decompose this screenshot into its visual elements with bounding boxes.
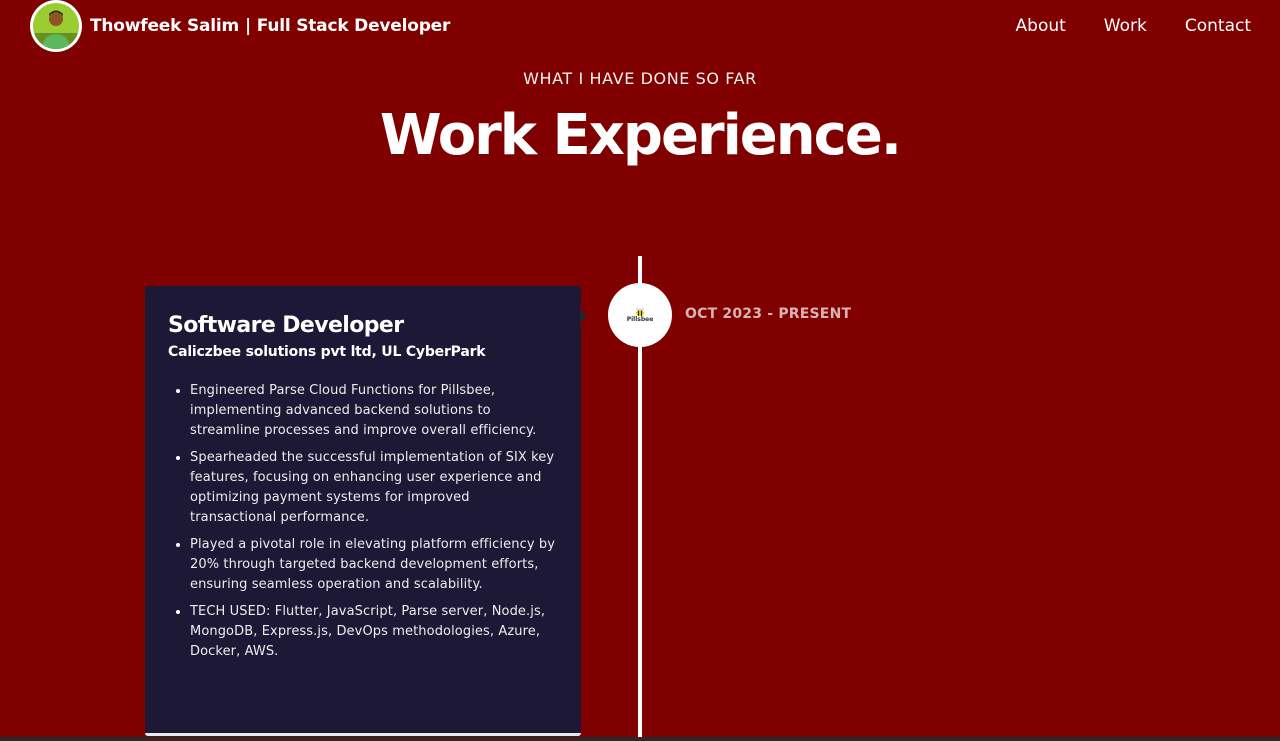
experience-card: Software Developer Caliczbee solutions p… bbox=[145, 286, 581, 736]
page: Thowfeek Salim | Full Stack Developer Abo… bbox=[0, 0, 1280, 741]
experience-point: Engineered Parse Cloud Functions for Pil… bbox=[190, 381, 558, 441]
brand-tagline: | Full Stack Developer bbox=[245, 16, 451, 36]
card-arrow bbox=[580, 309, 587, 323]
timeline-node: Pillsbee bbox=[608, 283, 672, 347]
experience-date: OCT 2023 - PRESENT bbox=[685, 306, 852, 322]
navbar: Thowfeek Salim | Full Stack Developer Abo… bbox=[0, 0, 1280, 52]
experience-company: Caliczbee solutions pvt ltd, UL CyberPar… bbox=[168, 344, 486, 360]
brand-link[interactable]: Thowfeek Salim | Full Stack Developer bbox=[30, 0, 450, 52]
nav-item-about: About bbox=[1016, 16, 1066, 36]
experience-point: Spearheaded the successful implementatio… bbox=[190, 448, 558, 528]
avatar bbox=[30, 0, 82, 52]
nav-link-about[interactable]: About bbox=[1016, 16, 1066, 36]
nav-item-contact: Contact bbox=[1185, 16, 1251, 36]
company-logo-text: Pillsbee bbox=[626, 315, 654, 323]
nav-link-work[interactable]: Work bbox=[1104, 16, 1147, 36]
section-title: Work Experience. bbox=[379, 103, 902, 168]
experience-points: Engineered Parse Cloud Functions for Pil… bbox=[168, 381, 558, 662]
bee-icon bbox=[635, 307, 644, 316]
nav-item-work: Work bbox=[1104, 16, 1147, 36]
experience-role: Software Developer bbox=[168, 313, 404, 338]
brand-name: Thowfeek Salim bbox=[90, 16, 240, 36]
brand-text: Thowfeek Salim | Full Stack Developer bbox=[90, 16, 450, 36]
company-logo: Pillsbee bbox=[626, 307, 654, 323]
section-subtitle: WHAT I HAVE DONE SO FAR bbox=[523, 69, 757, 88]
nav-links: About Work Contact bbox=[1016, 16, 1251, 36]
bottom-bar bbox=[0, 737, 1280, 741]
experience-point: Played a pivotal role in elevating platf… bbox=[190, 535, 558, 595]
experience-point: TECH USED: Flutter, JavaScript, Parse se… bbox=[190, 602, 558, 662]
profile-photo-icon bbox=[33, 3, 79, 49]
nav-link-contact[interactable]: Contact bbox=[1185, 16, 1251, 36]
